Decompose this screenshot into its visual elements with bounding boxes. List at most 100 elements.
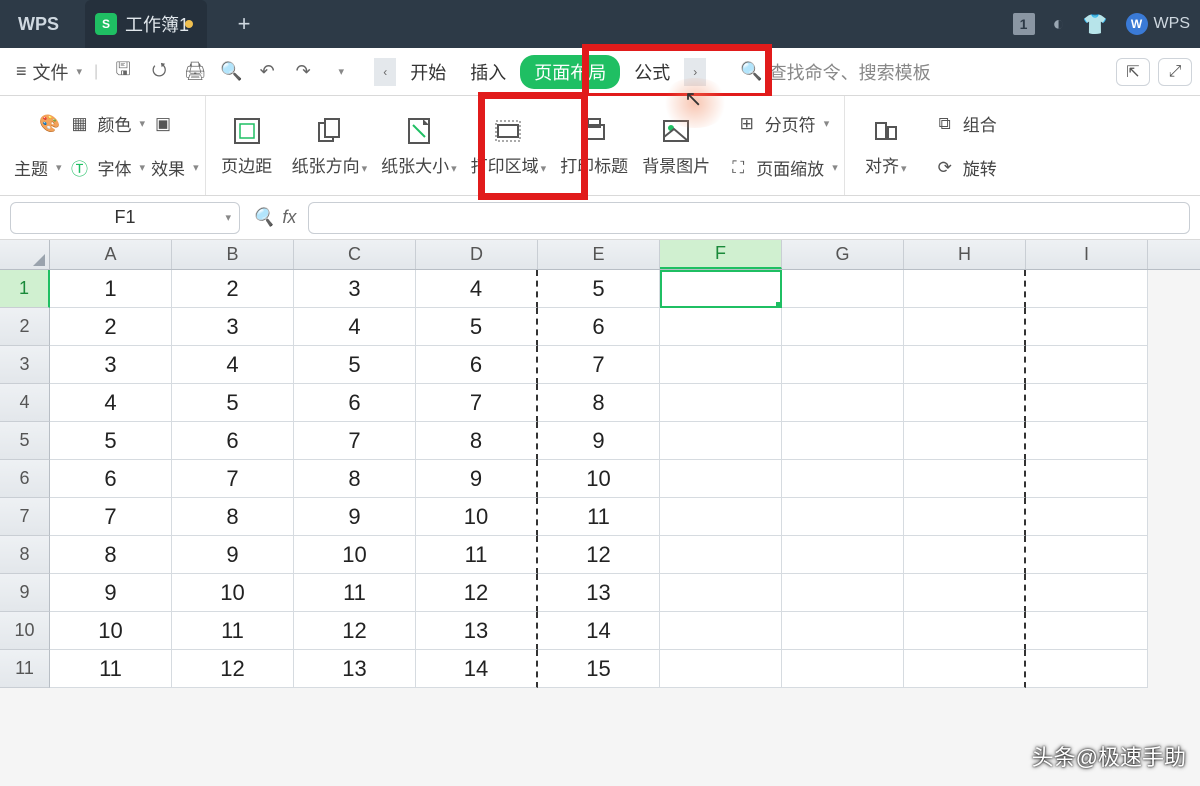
cell[interactable]: 11 xyxy=(538,498,660,536)
cell[interactable] xyxy=(660,308,782,346)
row-header[interactable]: 7 xyxy=(0,498,50,536)
cell[interactable]: 12 xyxy=(416,574,538,612)
column-header-D[interactable]: D xyxy=(416,240,538,269)
cell[interactable]: 11 xyxy=(416,536,538,574)
cell[interactable]: 12 xyxy=(172,650,294,688)
cell[interactable]: 11 xyxy=(50,650,172,688)
cell[interactable]: 1 xyxy=(50,270,172,308)
column-header-F[interactable]: F xyxy=(660,240,782,269)
fonts-button[interactable]: Ⓣ字体▾ xyxy=(68,155,146,180)
wps-brand[interactable]: W WPS xyxy=(1126,13,1190,35)
save-as-icon[interactable]: ⭯ xyxy=(148,57,170,87)
cell[interactable]: 2 xyxy=(172,270,294,308)
select-all-corner[interactable] xyxy=(0,240,50,269)
cell[interactable] xyxy=(1026,498,1148,536)
print-area-button[interactable]: 打印区域▾ xyxy=(467,114,551,177)
cell[interactable]: 4 xyxy=(50,384,172,422)
cell[interactable] xyxy=(660,650,782,688)
cell[interactable]: 4 xyxy=(172,346,294,384)
cell[interactable]: 9 xyxy=(172,536,294,574)
cell[interactable]: 7 xyxy=(538,346,660,384)
redo-icon[interactable]: ↷ xyxy=(292,61,314,82)
cell[interactable]: 11 xyxy=(172,612,294,650)
cell[interactable] xyxy=(1026,346,1148,384)
cell[interactable]: 7 xyxy=(172,460,294,498)
cell[interactable]: 14 xyxy=(416,650,538,688)
cell[interactable] xyxy=(904,384,1026,422)
row-header[interactable]: 4 xyxy=(0,384,50,422)
column-header-C[interactable]: C xyxy=(294,240,416,269)
print-icon[interactable]: 🖨 xyxy=(184,61,206,82)
cell[interactable]: 7 xyxy=(294,422,416,460)
cell[interactable]: 6 xyxy=(172,422,294,460)
cell[interactable] xyxy=(782,346,904,384)
cell[interactable]: 10 xyxy=(172,574,294,612)
command-search[interactable]: 🔍 查找命令、搜索模板 xyxy=(740,59,930,85)
tab-insert[interactable]: 插入 xyxy=(460,55,516,89)
cell[interactable]: 5 xyxy=(538,270,660,308)
cell[interactable] xyxy=(1026,270,1148,308)
cell[interactable] xyxy=(1026,650,1148,688)
cell[interactable]: 3 xyxy=(294,270,416,308)
cell[interactable]: 11 xyxy=(294,574,416,612)
cell[interactable]: 13 xyxy=(538,574,660,612)
align-button[interactable]: 对齐▾ xyxy=(851,114,921,177)
row-header[interactable]: 5 xyxy=(0,422,50,460)
row-header[interactable]: 2 xyxy=(0,308,50,346)
breaks-button[interactable]: ⊞分页符▾ xyxy=(735,111,830,136)
cell[interactable] xyxy=(1026,384,1148,422)
cell[interactable]: 9 xyxy=(416,460,538,498)
document-tab[interactable]: S 工作簿1 xyxy=(85,0,207,48)
cell[interactable]: 8 xyxy=(294,460,416,498)
theme-palette-button[interactable]: 🎨 xyxy=(38,112,62,136)
cell[interactable]: 4 xyxy=(416,270,538,308)
cell[interactable] xyxy=(904,498,1026,536)
cell[interactable] xyxy=(904,574,1026,612)
cell[interactable]: 2 xyxy=(50,308,172,346)
rotate-button[interactable]: ⟳旋转 xyxy=(933,155,997,180)
fx-label[interactable]: fx xyxy=(282,207,296,228)
column-header-H[interactable]: H xyxy=(904,240,1026,269)
tabs-prev-button[interactable]: ‹ xyxy=(374,58,396,86)
chevron-down-icon[interactable]: ▾ xyxy=(330,65,352,78)
cell[interactable] xyxy=(660,422,782,460)
cell[interactable]: 5 xyxy=(172,384,294,422)
group-button[interactable]: ⧉组合 xyxy=(933,111,997,136)
cell[interactable] xyxy=(782,612,904,650)
cell[interactable] xyxy=(1026,574,1148,612)
skin-icon[interactable]: ◐ xyxy=(1053,13,1065,36)
cell[interactable] xyxy=(660,612,782,650)
effects-grid-button[interactable]: ▣ xyxy=(151,112,175,136)
cell[interactable] xyxy=(782,498,904,536)
colors-button[interactable]: ▦颜色▾ xyxy=(68,111,146,136)
tab-page-layout[interactable]: 页面布局 xyxy=(520,55,620,89)
cell[interactable]: 13 xyxy=(294,650,416,688)
cell[interactable]: 10 xyxy=(538,460,660,498)
cell[interactable]: 10 xyxy=(50,612,172,650)
tab-start[interactable]: 开始 xyxy=(400,55,456,89)
margins-button[interactable]: 页边距 xyxy=(212,114,282,177)
column-header-G[interactable]: G xyxy=(782,240,904,269)
zoom-button[interactable]: ⛶页面缩放▾ xyxy=(726,155,838,180)
cell[interactable]: 8 xyxy=(172,498,294,536)
cell[interactable]: 7 xyxy=(416,384,538,422)
cell[interactable] xyxy=(904,308,1026,346)
column-header-I[interactable]: I xyxy=(1026,240,1148,269)
cell[interactable]: 6 xyxy=(538,308,660,346)
cell[interactable]: 13 xyxy=(416,612,538,650)
cell[interactable] xyxy=(782,308,904,346)
cell[interactable] xyxy=(660,384,782,422)
cell[interactable] xyxy=(904,536,1026,574)
cell[interactable] xyxy=(1026,612,1148,650)
new-tab-button[interactable]: + xyxy=(225,11,263,37)
cell[interactable]: 3 xyxy=(50,346,172,384)
cell[interactable]: 12 xyxy=(538,536,660,574)
cell[interactable] xyxy=(782,574,904,612)
cell[interactable] xyxy=(904,422,1026,460)
cell[interactable]: 9 xyxy=(50,574,172,612)
cell[interactable]: 7 xyxy=(50,498,172,536)
cell[interactable]: 4 xyxy=(294,308,416,346)
name-box[interactable]: F1 ▾ xyxy=(10,202,240,234)
cell[interactable] xyxy=(904,612,1026,650)
cell[interactable]: 15 xyxy=(538,650,660,688)
